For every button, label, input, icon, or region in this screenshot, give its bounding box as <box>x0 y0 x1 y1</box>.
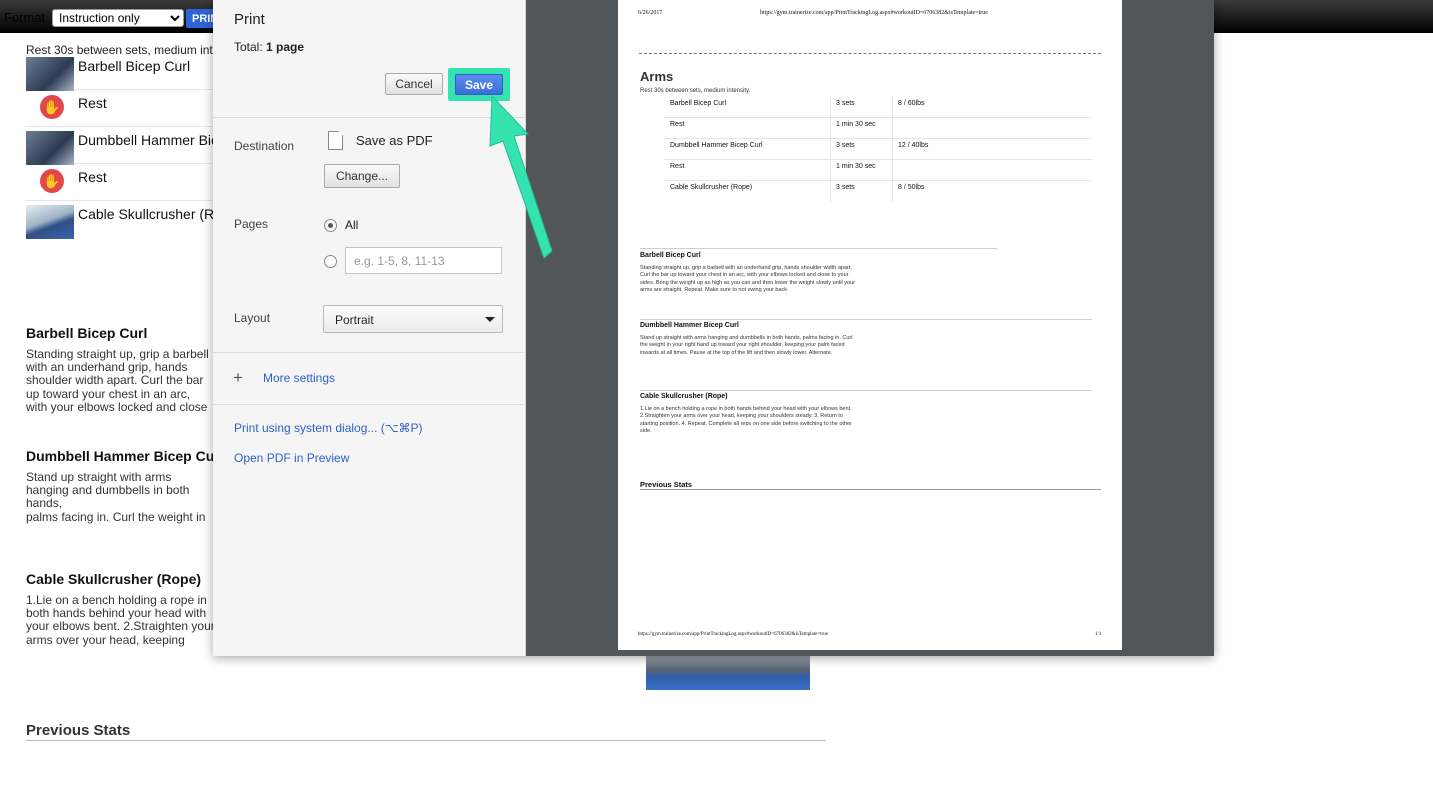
table-cell: Rest <box>670 121 685 128</box>
open-pdf-preview-link[interactable]: Open PDF in Preview <box>234 451 349 465</box>
layout-select[interactable]: Portrait <box>323 305 503 333</box>
list-item[interactable]: ✋ Rest <box>26 166 216 201</box>
pages-custom-radio[interactable] <box>324 255 337 268</box>
list-item[interactable]: ✋ Rest <box>26 92 216 127</box>
layout-label: Layout <box>234 311 271 325</box>
preview-section-title: Cable Skullcrusher (Rope) <box>640 393 728 400</box>
preview-section-desc: Standing straight up, grip a barbell wit… <box>640 265 855 294</box>
destination-label: Destination <box>234 139 295 153</box>
preview-rule <box>640 319 1092 320</box>
divider <box>213 404 524 405</box>
preview-intro: Rest 30s between sets, medium intensity. <box>640 88 751 94</box>
exercise-thumbnail <box>26 131 74 165</box>
section-description: Standing straight up, grip a barbell wit… <box>26 348 209 414</box>
more-settings-link[interactable]: More settings <box>263 371 335 385</box>
table-cell: Rest <box>670 163 685 170</box>
pages-label: Pages <box>234 217 269 231</box>
preview-section-desc: 1.Lie on a bench holding a rope in both … <box>640 406 852 435</box>
exercise-thumbnail <box>26 57 74 91</box>
preview-rule <box>640 489 1101 490</box>
preview-section-title: Barbell Bicep Curl <box>640 252 701 259</box>
section-title: Barbell Bicep Curl <box>26 325 148 341</box>
pages-all-label: All <box>345 218 359 232</box>
exercise-thumbnail <box>26 205 74 239</box>
table-cell: 1 min 30 sec <box>836 121 876 128</box>
pages-all-radio[interactable] <box>324 219 337 232</box>
preview-previous-stats: Previous Stats <box>640 480 693 489</box>
preview-url: https://gym.trainerize.com/app/PrintTrac… <box>760 10 988 16</box>
table-row: Cable Skullcrusher (Rope) 3 sets 8 / 50l… <box>664 180 1092 201</box>
divider <box>213 352 524 353</box>
preview-section-desc: Stand up straight with arms hanging and … <box>640 335 853 356</box>
list-item[interactable]: Dumbbell Hammer Bicep Curl <box>26 129 263 165</box>
total-label: Total: <box>234 40 263 54</box>
preview-rule <box>640 248 997 249</box>
table-row: Dumbbell Hammer Bicep Curl 3 sets 12 / 4… <box>664 138 1092 160</box>
dialog-title: Print <box>234 11 265 28</box>
table-cell: 8 / 60lbs <box>898 100 925 107</box>
preview-page-number: 1/1 <box>1095 632 1102 637</box>
cancel-button[interactable]: Cancel <box>385 73 443 95</box>
table-cell: Dumbbell Hammer Bicep Curl <box>670 142 763 149</box>
section-title: Cable Skullcrusher (Rope) <box>26 571 202 587</box>
preview-heading: Arms <box>640 69 674 84</box>
exercise-name: Rest <box>78 169 107 185</box>
preview-footer-url: https://gym.trainerize.com/app/PrintTrac… <box>638 632 828 637</box>
save-button[interactable]: Save <box>455 74 503 95</box>
table-row: Barbell Bicep Curl 3 sets 8 / 60lbs <box>664 96 1092 118</box>
exercise-name: Rest <box>78 95 107 111</box>
table-cell: 8 / 50lbs <box>898 184 925 191</box>
table-cell: 3 sets <box>836 142 855 149</box>
table-cell: 3 sets <box>836 100 855 107</box>
annotation-arrow-icon <box>489 96 553 259</box>
table-cell: Cable Skullcrusher (Rope) <box>670 184 753 191</box>
table-row: Rest 1 min 30 sec <box>664 159 1092 181</box>
preview-rule <box>640 390 1092 391</box>
destination-value: Save as PDF <box>356 133 433 148</box>
section-description: Stand up straight with arms hanging and … <box>26 471 206 524</box>
list-item[interactable]: Cable Skullcrusher (Rope) <box>26 203 242 239</box>
page-total: Total: 1 page <box>234 40 304 54</box>
table-cell: 3 sets <box>836 184 855 191</box>
system-dialog-link[interactable]: Print using system dialog... (⌥⌘P) <box>234 421 423 435</box>
change-destination-button[interactable]: Change... <box>324 164 400 188</box>
document-icon <box>328 131 343 150</box>
exercise-name: Barbell Bicep Curl <box>78 58 191 74</box>
total-value: 1 page <box>266 40 305 54</box>
table-cell: 12 / 40lbs <box>898 142 929 149</box>
format-select[interactable]: Instruction only <box>52 9 184 27</box>
table-cell: 1 min 30 sec <box>836 163 876 170</box>
rest-hand-icon: ✋ <box>40 169 64 193</box>
section-description: 1.Lie on a bench holding a rope in both … <box>26 594 215 647</box>
rest-hand-icon: ✋ <box>40 95 64 119</box>
section-title: Dumbbell Hammer Bicep Curl <box>26 448 224 464</box>
preview-divider <box>639 53 1101 54</box>
previous-stats-heading: Previous Stats <box>26 722 826 741</box>
preview-page: 6/26/2017 https://gym.trainerize.com/app… <box>618 0 1122 650</box>
exercise-image <box>646 656 810 690</box>
preview-date: 6/26/2017 <box>638 10 663 16</box>
table-row: Rest 1 min 30 sec <box>664 117 1092 139</box>
list-item[interactable]: Barbell Bicep Curl <box>26 55 216 91</box>
plus-icon[interactable]: + <box>233 369 243 386</box>
table-cell: Barbell Bicep Curl <box>670 100 727 107</box>
caret-down-icon <box>485 317 495 322</box>
layout-value: Portrait <box>335 313 374 327</box>
preview-section-title: Dumbbell Hammer Bicep Curl <box>640 322 739 329</box>
format-label: Format <box>4 10 46 25</box>
